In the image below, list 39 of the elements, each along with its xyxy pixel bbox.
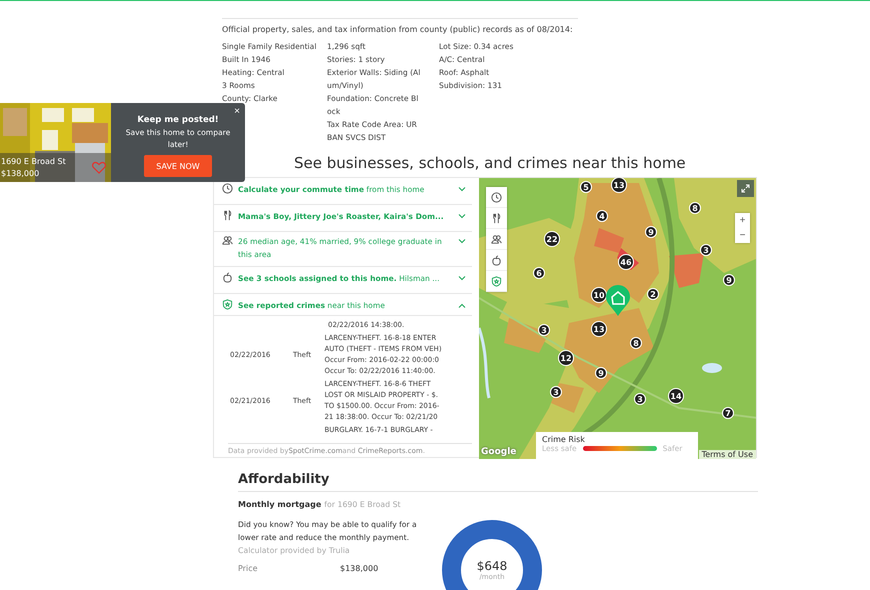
- map-tool-button[interactable]: [486, 271, 507, 292]
- chevron-down-icon[interactable]: [458, 214, 466, 219]
- shield-icon: [222, 299, 233, 310]
- chevron-down-icon[interactable]: [458, 239, 466, 244]
- zoom-out-button[interactable]: −: [735, 228, 750, 243]
- people-icon: [491, 234, 502, 244]
- chevron-down-icon[interactable]: [458, 187, 466, 192]
- expand-icon: [741, 184, 750, 193]
- mortgage-title: Monthly mortgage: [238, 500, 322, 509]
- address-text: 1690 E Broad St: [1, 157, 66, 166]
- affordability-title: Affordability: [238, 472, 758, 492]
- apple-icon: [222, 272, 233, 283]
- close-button[interactable]: ×: [234, 107, 240, 117]
- fork-knife-icon: [491, 212, 502, 224]
- map-tool-button[interactable]: [486, 229, 507, 250]
- map-tool-button[interactable]: [486, 187, 507, 208]
- shield-icon: [491, 276, 502, 286]
- legend-title: Crime Risk: [542, 435, 586, 444]
- clock-icon: [491, 192, 502, 202]
- map-attribution: Google: [481, 447, 516, 457]
- expand-button[interactable]: [737, 180, 754, 197]
- section-heading: See businesses, schools, and crimes near this home: [294, 154, 686, 172]
- save-now-button[interactable]: SAVE NOW: [144, 155, 212, 177]
- people-icon: [222, 235, 233, 246]
- map-tool-button[interactable]: [486, 208, 507, 229]
- chevron-down-icon[interactable]: [458, 276, 466, 281]
- price-label: Price: [238, 564, 259, 573]
- payment-amount: $648: [476, 559, 508, 573]
- price-value: $138,000: [340, 564, 378, 573]
- price-text: $138,000: [1, 169, 40, 178]
- popup-title: Keep me posted!: [137, 115, 219, 125]
- zoom-in-button[interactable]: +: [735, 213, 750, 228]
- records-intro: Official property, sales, and tax information from county (public) records as of 08/2014:: [222, 25, 574, 34]
- map-tool-button[interactable]: [486, 250, 507, 271]
- apple-icon: [491, 254, 502, 266]
- home-pin-icon[interactable]: [605, 285, 631, 317]
- terms-link[interactable]: Terms of Use: [698, 450, 756, 459]
- chevron-up-icon[interactable]: [458, 303, 466, 308]
- fork-knife-icon: [222, 210, 233, 221]
